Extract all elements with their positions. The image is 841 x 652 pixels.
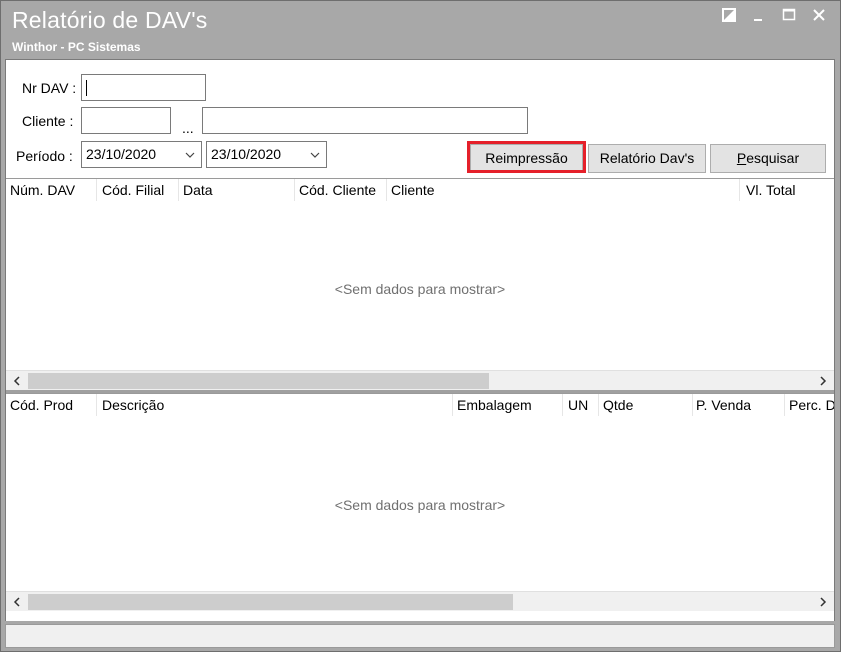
relatorio-davs-button[interactable]: Relatório Dav's (588, 144, 706, 173)
window-controls (722, 8, 828, 24)
cliente-label: Cliente : (22, 113, 74, 129)
column-separator (598, 394, 599, 416)
davs-grid[interactable]: Núm. DAV Cód. Filial Data Cód. Cliente C… (6, 178, 834, 390)
app-window: Relatório de DAV's Winthor - PC Sistemas… (0, 0, 841, 652)
chevron-left-icon[interactable] (10, 374, 24, 388)
itens-grid-header: Cód. Prod Descrição Embalagem UN Qtde P.… (6, 394, 834, 416)
pesquisar-button[interactable]: Pesquisar (710, 144, 826, 173)
col-embalagem[interactable]: Embalagem (457, 397, 532, 413)
column-separator (386, 179, 387, 201)
col-data[interactable]: Data (183, 182, 213, 198)
chevron-down-icon[interactable] (183, 148, 197, 162)
periodo-start-value: 23/10/2020 (86, 146, 157, 162)
nr-dav-label: Nr DAV : (22, 80, 77, 96)
periodo-label: Período : (16, 148, 73, 164)
pesquisar-label-rest: esquisar (746, 150, 800, 166)
nr-dav-input[interactable] (81, 74, 206, 101)
column-separator (562, 394, 563, 416)
scroll-thumb[interactable] (28, 594, 513, 610)
text-caret (86, 80, 87, 96)
itens-grid[interactable]: Cód. Prod Descrição Embalagem UN Qtde P.… (6, 393, 834, 621)
col-descricao[interactable]: Descrição (102, 397, 164, 413)
status-bar (5, 624, 835, 648)
col-cod-filial[interactable]: Cód. Filial (102, 182, 164, 198)
client-area: Nr DAV : Cliente : ... Período : 23/10/2… (5, 59, 835, 621)
chevron-right-icon[interactable] (816, 374, 830, 388)
col-cod-prod[interactable]: Cód. Prod (10, 397, 73, 413)
col-num-dav[interactable]: Núm. DAV (10, 182, 75, 198)
chevron-down-icon[interactable] (308, 148, 322, 162)
window-subtitle: Winthor - PC Sistemas (12, 40, 141, 54)
highlight-box (467, 141, 586, 173)
davs-grid-header: Núm. DAV Cód. Filial Data Cód. Cliente C… (6, 179, 834, 201)
column-separator (692, 394, 693, 416)
col-cliente[interactable]: Cliente (391, 182, 435, 198)
column-separator (452, 394, 453, 416)
col-perc-desc[interactable]: Perc. D (789, 397, 834, 413)
column-separator (96, 179, 97, 201)
col-un[interactable]: UN (568, 397, 588, 413)
column-separator (294, 179, 295, 201)
title-bar[interactable]: Relatório de DAV's Winthor - PC Sistemas (2, 2, 840, 58)
itens-horizontal-scrollbar[interactable] (6, 591, 834, 611)
periodo-start-picker[interactable]: 23/10/2020 (81, 141, 202, 168)
itens-empty-message: <Sem dados para mostrar> (334, 497, 506, 513)
column-separator (96, 394, 97, 416)
davs-horizontal-scrollbar[interactable] (6, 370, 834, 390)
chevron-right-icon[interactable] (816, 595, 830, 609)
column-separator (178, 179, 179, 201)
filter-panel: Nr DAV : Cliente : ... Período : 23/10/2… (6, 60, 834, 178)
column-separator (784, 394, 785, 416)
col-cod-cliente[interactable]: Cód. Cliente (299, 182, 376, 198)
window-title: Relatório de DAV's (12, 7, 208, 33)
col-p-venda[interactable]: P. Venda (696, 397, 751, 413)
col-vl-total[interactable]: Vl. Total (746, 182, 796, 198)
restore-icon[interactable] (722, 8, 738, 24)
chevron-left-icon[interactable] (10, 595, 24, 609)
cliente-code-input[interactable] (81, 107, 171, 134)
davs-empty-message: <Sem dados para mostrar> (334, 281, 506, 297)
minimize-icon[interactable] (752, 8, 768, 24)
pesquisar-accel: P (736, 150, 747, 166)
cliente-search-button[interactable]: ... (182, 120, 194, 136)
col-qtde[interactable]: Qtde (603, 397, 633, 413)
scroll-thumb[interactable] (28, 373, 489, 389)
periodo-end-value: 23/10/2020 (211, 146, 282, 162)
column-separator (739, 179, 740, 201)
cliente-name-input[interactable] (202, 107, 528, 134)
periodo-end-picker[interactable]: 23/10/2020 (206, 141, 327, 168)
maximize-icon[interactable] (782, 8, 798, 24)
close-icon[interactable] (812, 8, 828, 24)
